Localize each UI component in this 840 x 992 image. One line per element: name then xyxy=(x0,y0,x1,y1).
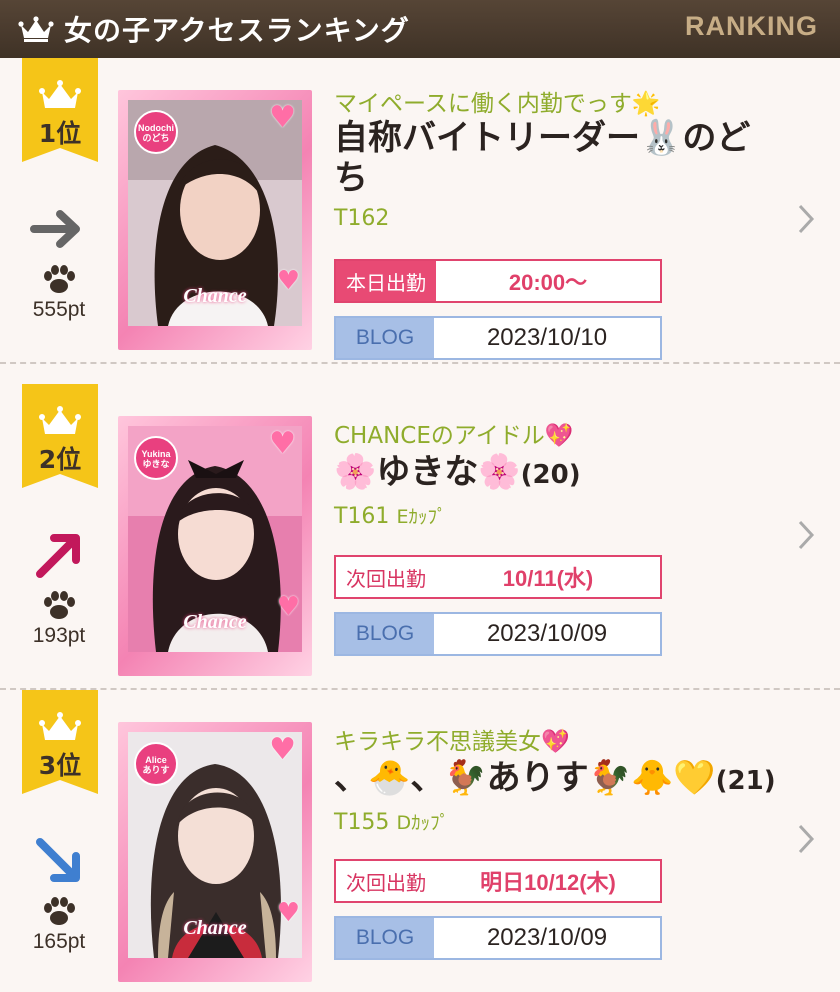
chance-logo: Chance xyxy=(183,611,247,633)
heart-icon: ♥ xyxy=(269,426,296,461)
rank-label: 2位 xyxy=(38,445,82,474)
catchphrase: キラキラ不思議美女💖 xyxy=(334,729,570,755)
arrow-down-right-icon xyxy=(36,838,80,882)
blog-link[interactable]: BLOG 2023/10/10 xyxy=(334,316,662,360)
chevron-right-icon[interactable] xyxy=(796,518,816,552)
work-status: 次回出勤 10/11(水) xyxy=(334,555,662,599)
heart-icon: ♥ xyxy=(269,100,296,135)
girl-spec: T162 xyxy=(334,206,390,231)
catchphrase: マイペースに働く内勤でっす🌟 xyxy=(334,91,661,117)
access-points: 165pt xyxy=(32,930,86,953)
heart-icon: ♥ xyxy=(269,732,296,767)
arrow-up-right-icon xyxy=(36,534,80,578)
profile-photo[interactable]: Yukina ゆきな ♥ ♥ Chance xyxy=(118,416,312,676)
photo-name-tag: Alice ありす xyxy=(134,742,178,786)
girl-name[interactable]: 自称バイトリーダー🐰のどち xyxy=(334,118,784,198)
rank-label: 3位 xyxy=(38,751,82,780)
blog-link[interactable]: BLOG 2023/10/09 xyxy=(334,612,662,656)
chevron-right-icon[interactable] xyxy=(796,822,816,856)
girl-name[interactable]: 🌸ゆきな🌸(20) xyxy=(334,452,784,495)
profile-photo[interactable]: Nodochi のどち ♥ ♥ Chance xyxy=(118,90,312,350)
access-points: 555pt xyxy=(32,298,86,321)
access-points: 193pt xyxy=(32,624,86,647)
divider xyxy=(0,362,840,364)
blog-link[interactable]: BLOG 2023/10/09 xyxy=(334,916,662,960)
crown-icon xyxy=(18,16,54,42)
chevron-right-icon[interactable] xyxy=(796,202,816,236)
girl-spec: T161 Eｶｯﾌﾟ xyxy=(334,504,447,529)
photo-name-tag: Nodochi のどち xyxy=(134,110,178,154)
girl-name[interactable]: 、🐣、🐓ありす🐓🐥💛(21) xyxy=(334,758,784,801)
catchphrase: CHANCEのアイドル💖 xyxy=(334,423,574,449)
rank-badge: 2位 xyxy=(22,384,98,488)
ranking-label: RANKING xyxy=(685,11,818,41)
ranking-item-1[interactable]: 1位 555pt Nodochi のどち ♥ ♥ Chance マイペースに働く内… xyxy=(0,58,840,364)
work-status: 本日出勤 20:00〜 xyxy=(334,259,662,303)
ranking-item-2[interactable]: 2位 193pt Yukina ゆきな ♥ ♥ Chance CHANCEのアイド… xyxy=(0,384,840,690)
paw-icon xyxy=(44,897,75,925)
chance-logo: Chance xyxy=(183,285,247,307)
work-status: 次回出勤 明日10/12(木) xyxy=(334,859,662,903)
ranking-header: 女の子アクセスランキング RANKING xyxy=(0,0,840,58)
paw-icon xyxy=(44,591,75,619)
rank-badge: 1位 xyxy=(22,58,98,162)
photo-name-tag: Yukina ゆきな xyxy=(134,436,178,480)
page-title: 女の子アクセスランキング xyxy=(64,14,410,47)
girl-spec: T155 Dｶｯﾌﾟ xyxy=(334,810,450,835)
rank-badge: 3位 xyxy=(22,690,98,794)
profile-photo[interactable]: Alice ありす ♥ ♥ Chance xyxy=(118,722,312,982)
arrow-right-icon xyxy=(30,210,80,248)
rank-label: 1位 xyxy=(38,119,82,148)
chance-logo: Chance xyxy=(183,917,247,939)
ranking-item-3[interactable]: 3位 165pt Alice ありす ♥ ♥ Chance キラキラ不思議美女💖… xyxy=(0,690,840,992)
paw-icon xyxy=(44,265,75,293)
